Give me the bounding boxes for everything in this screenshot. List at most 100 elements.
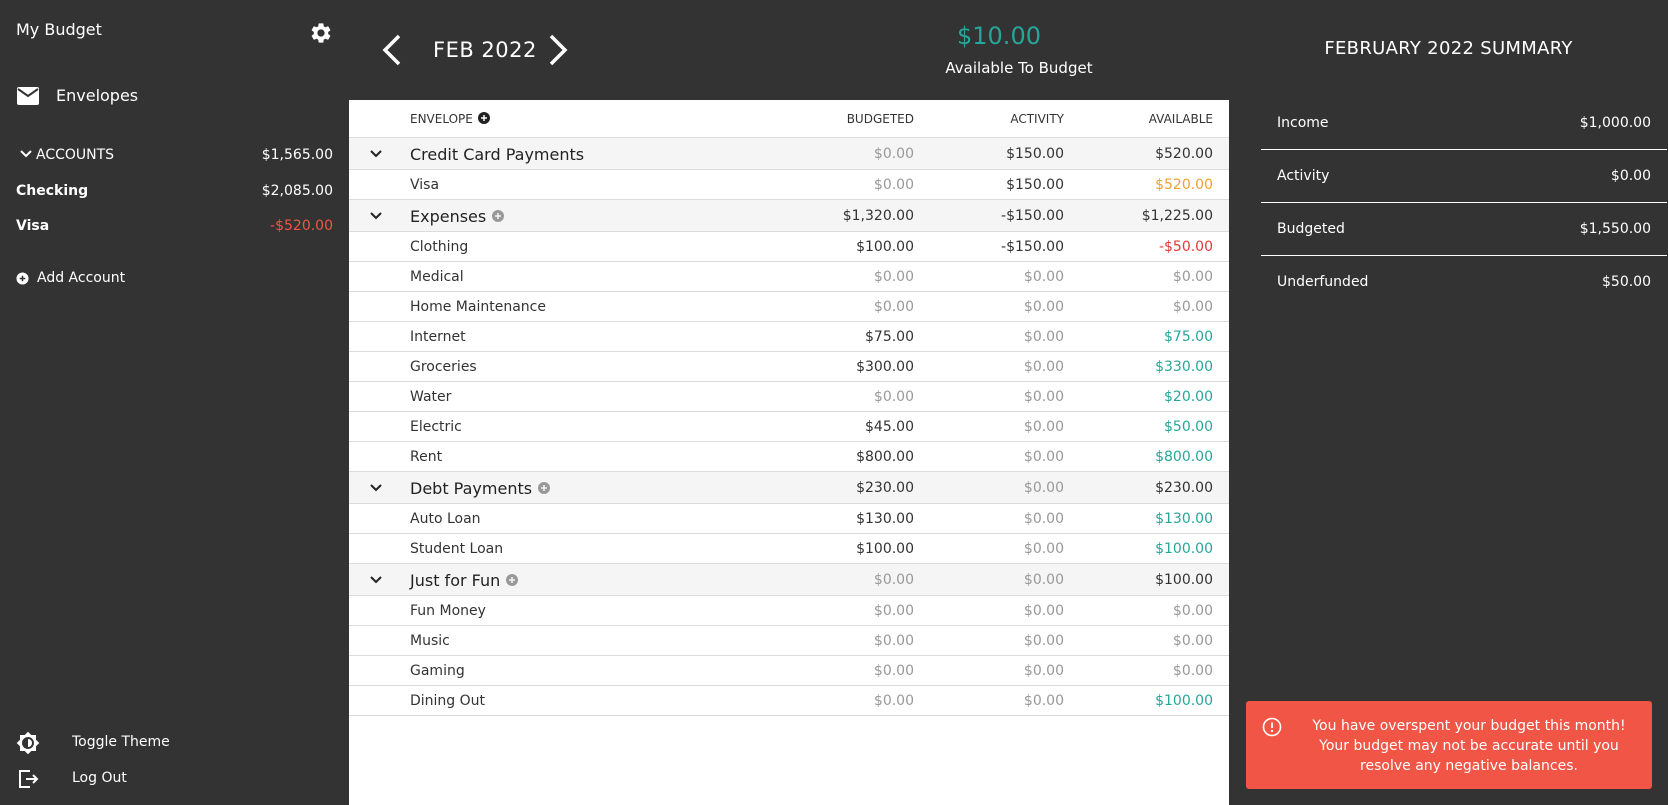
envelope-budgeted[interactable]: $0.00 — [874, 177, 914, 193]
envelope-activity: $0.00 — [1023, 603, 1064, 619]
envelope-budgeted[interactable]: $300.00 — [856, 359, 914, 375]
envelope-row[interactable]: Medical $0.00 $0.00 $0.00 — [349, 262, 1229, 292]
group-budgeted: $1,320.00 — [842, 208, 914, 224]
envelope-row[interactable]: Student Loan $100.00 $0.00 $100.00 — [349, 534, 1229, 564]
envelope-budgeted[interactable]: $130.00 — [856, 511, 914, 527]
envelope-row[interactable]: Visa $0.00 $150.00 $520.00 — [349, 170, 1229, 200]
group-row[interactable]: Just for Fun $0.00 $0.00 $100.00 — [349, 564, 1229, 596]
envelope-budgeted[interactable]: $100.00 — [856, 239, 914, 255]
group-activity: -$150.00 — [1001, 208, 1064, 224]
envelope-row[interactable]: Groceries $300.00 $0.00 $330.00 — [349, 352, 1229, 382]
summary-value: $0.00 — [1610, 168, 1651, 184]
chevron-down-icon — [20, 150, 32, 158]
envelope-name: Home Maintenance — [410, 299, 546, 315]
envelope-budgeted[interactable]: $45.00 — [865, 419, 914, 435]
col-envelope: ENVELOPE — [410, 112, 490, 126]
envelope-budgeted[interactable]: $75.00 — [865, 329, 914, 345]
envelope-activity: $0.00 — [1023, 693, 1064, 709]
envelope-activity: $0.00 — [1023, 299, 1064, 315]
envelope-row[interactable]: Home Maintenance $0.00 $0.00 $0.00 — [349, 292, 1229, 322]
envelope-name: Gaming — [410, 663, 465, 679]
group-available: $1,225.00 — [1141, 208, 1213, 224]
envelope-name: Music — [410, 633, 450, 649]
envelope-available: $330.00 — [1155, 359, 1213, 375]
summary-row-income: Income $1,000.00 — [1261, 97, 1667, 150]
envelope-budgeted[interactable]: $0.00 — [874, 603, 914, 619]
add-envelope-icon[interactable] — [492, 210, 505, 222]
toggle-theme-button[interactable]: Toggle Theme — [0, 726, 349, 758]
accounts-toggle[interactable]: ACCOUNTS $1,565.00 — [0, 143, 349, 167]
add-group-icon[interactable] — [477, 112, 490, 124]
envelope-budgeted[interactable]: $0.00 — [874, 269, 914, 285]
envelope-name: Auto Loan — [410, 511, 481, 527]
envelope-budgeted[interactable]: $800.00 — [856, 449, 914, 465]
alert-circle-icon — [1262, 717, 1282, 737]
envelope-budgeted[interactable]: $0.00 — [874, 693, 914, 709]
envelope-row[interactable]: Clothing $100.00 -$150.00 -$50.00 — [349, 232, 1229, 262]
envelope-budgeted[interactable]: $0.00 — [874, 389, 914, 405]
envelope-activity: $0.00 — [1023, 389, 1064, 405]
group-available: $230.00 — [1155, 480, 1213, 496]
summary-title: FEBRUARY 2022 SUMMARY — [1324, 38, 1573, 59]
envelope-name: Water — [410, 389, 452, 405]
envelope-row[interactable]: Internet $75.00 $0.00 $75.00 — [349, 322, 1229, 352]
summary-value: $1,000.00 — [1579, 115, 1651, 131]
envelope-activity: $0.00 — [1023, 329, 1064, 345]
summary-panel: FEBRUARY 2022 SUMMARY Income $1,000.00 A… — [1229, 0, 1668, 805]
envelope-row[interactable]: Auto Loan $130.00 $0.00 $130.00 — [349, 504, 1229, 534]
brightness-icon — [16, 731, 40, 755]
gear-icon[interactable] — [309, 21, 333, 45]
group-budgeted: $0.00 — [873, 572, 914, 588]
account-balance: -$520.00 — [270, 218, 333, 234]
envelope-activity: $0.00 — [1023, 633, 1064, 649]
envelope-row[interactable]: Dining Out $0.00 $0.00 $100.00 — [349, 686, 1229, 716]
envelope-available: -$50.00 — [1158, 239, 1213, 255]
account-visa[interactable]: Visa -$520.00 — [0, 214, 349, 238]
envelope-budgeted[interactable]: $0.00 — [874, 299, 914, 315]
toggle-theme-label: Toggle Theme — [72, 734, 170, 750]
envelope-budgeted[interactable]: $0.00 — [874, 663, 914, 679]
envelope-activity: $0.00 — [1023, 419, 1064, 435]
envelope-row[interactable]: Gaming $0.00 $0.00 $0.00 — [349, 656, 1229, 686]
log-out-button[interactable]: Log Out — [0, 762, 349, 794]
col-activity: ACTIVITY — [1010, 112, 1064, 126]
envelope-activity: $0.00 — [1023, 269, 1064, 285]
envelope-activity: $0.00 — [1023, 663, 1064, 679]
account-checking[interactable]: Checking $2,085.00 — [0, 179, 349, 203]
group-name: Expenses — [410, 207, 505, 226]
chevron-down-icon[interactable] — [369, 148, 383, 160]
envelope-row[interactable]: Water $0.00 $0.00 $20.00 — [349, 382, 1229, 412]
add-envelope-icon[interactable] — [538, 482, 551, 494]
envelope-available: $0.00 — [1172, 299, 1213, 315]
col-budgeted: BUDGETED — [846, 112, 914, 126]
envelope-budgeted[interactable]: $0.00 — [874, 633, 914, 649]
envelope-name: Rent — [410, 449, 443, 465]
chevron-right-icon[interactable] — [547, 33, 571, 67]
envelope-row[interactable]: Electric $45.00 $0.00 $50.00 — [349, 412, 1229, 442]
group-row[interactable]: Debt Payments $230.00 $0.00 $230.00 — [349, 472, 1229, 504]
envelope-row[interactable]: Music $0.00 $0.00 $0.00 — [349, 626, 1229, 656]
chevron-left-icon[interactable] — [379, 33, 403, 67]
envelope-name: Student Loan — [410, 541, 504, 557]
envelope-budgeted[interactable]: $100.00 — [856, 541, 914, 557]
envelope-row[interactable]: Rent $800.00 $0.00 $800.00 — [349, 442, 1229, 472]
envelope-name: Dining Out — [410, 693, 486, 709]
add-envelope-icon[interactable] — [506, 574, 519, 586]
envelope-activity: $0.00 — [1023, 359, 1064, 375]
chevron-down-icon[interactable] — [369, 574, 383, 586]
add-account-button[interactable]: Add Account — [16, 270, 125, 286]
envelope-activity: $0.00 — [1023, 511, 1064, 527]
group-row[interactable]: Credit Card Payments $0.00 $150.00 $520.… — [349, 138, 1229, 170]
chevron-down-icon[interactable] — [369, 210, 383, 222]
summary-row-budgeted: Budgeted $1,550.00 — [1261, 203, 1667, 256]
envelope-row[interactable]: Fun Money $0.00 $0.00 $0.00 — [349, 596, 1229, 626]
chevron-down-icon[interactable] — [369, 482, 383, 494]
group-name: Just for Fun — [410, 571, 519, 590]
envelope-available: $800.00 — [1155, 449, 1213, 465]
account-name: Visa — [16, 218, 50, 234]
group-row[interactable]: Expenses $1,320.00 -$150.00 $1,225.00 — [349, 200, 1229, 232]
sidebar-item-envelopes[interactable]: Envelopes — [0, 78, 349, 114]
available-to-budget-label: Available To Budget — [945, 59, 1093, 77]
envelope-name: Clothing — [410, 239, 469, 255]
budget-title[interactable]: My Budget — [16, 20, 102, 39]
